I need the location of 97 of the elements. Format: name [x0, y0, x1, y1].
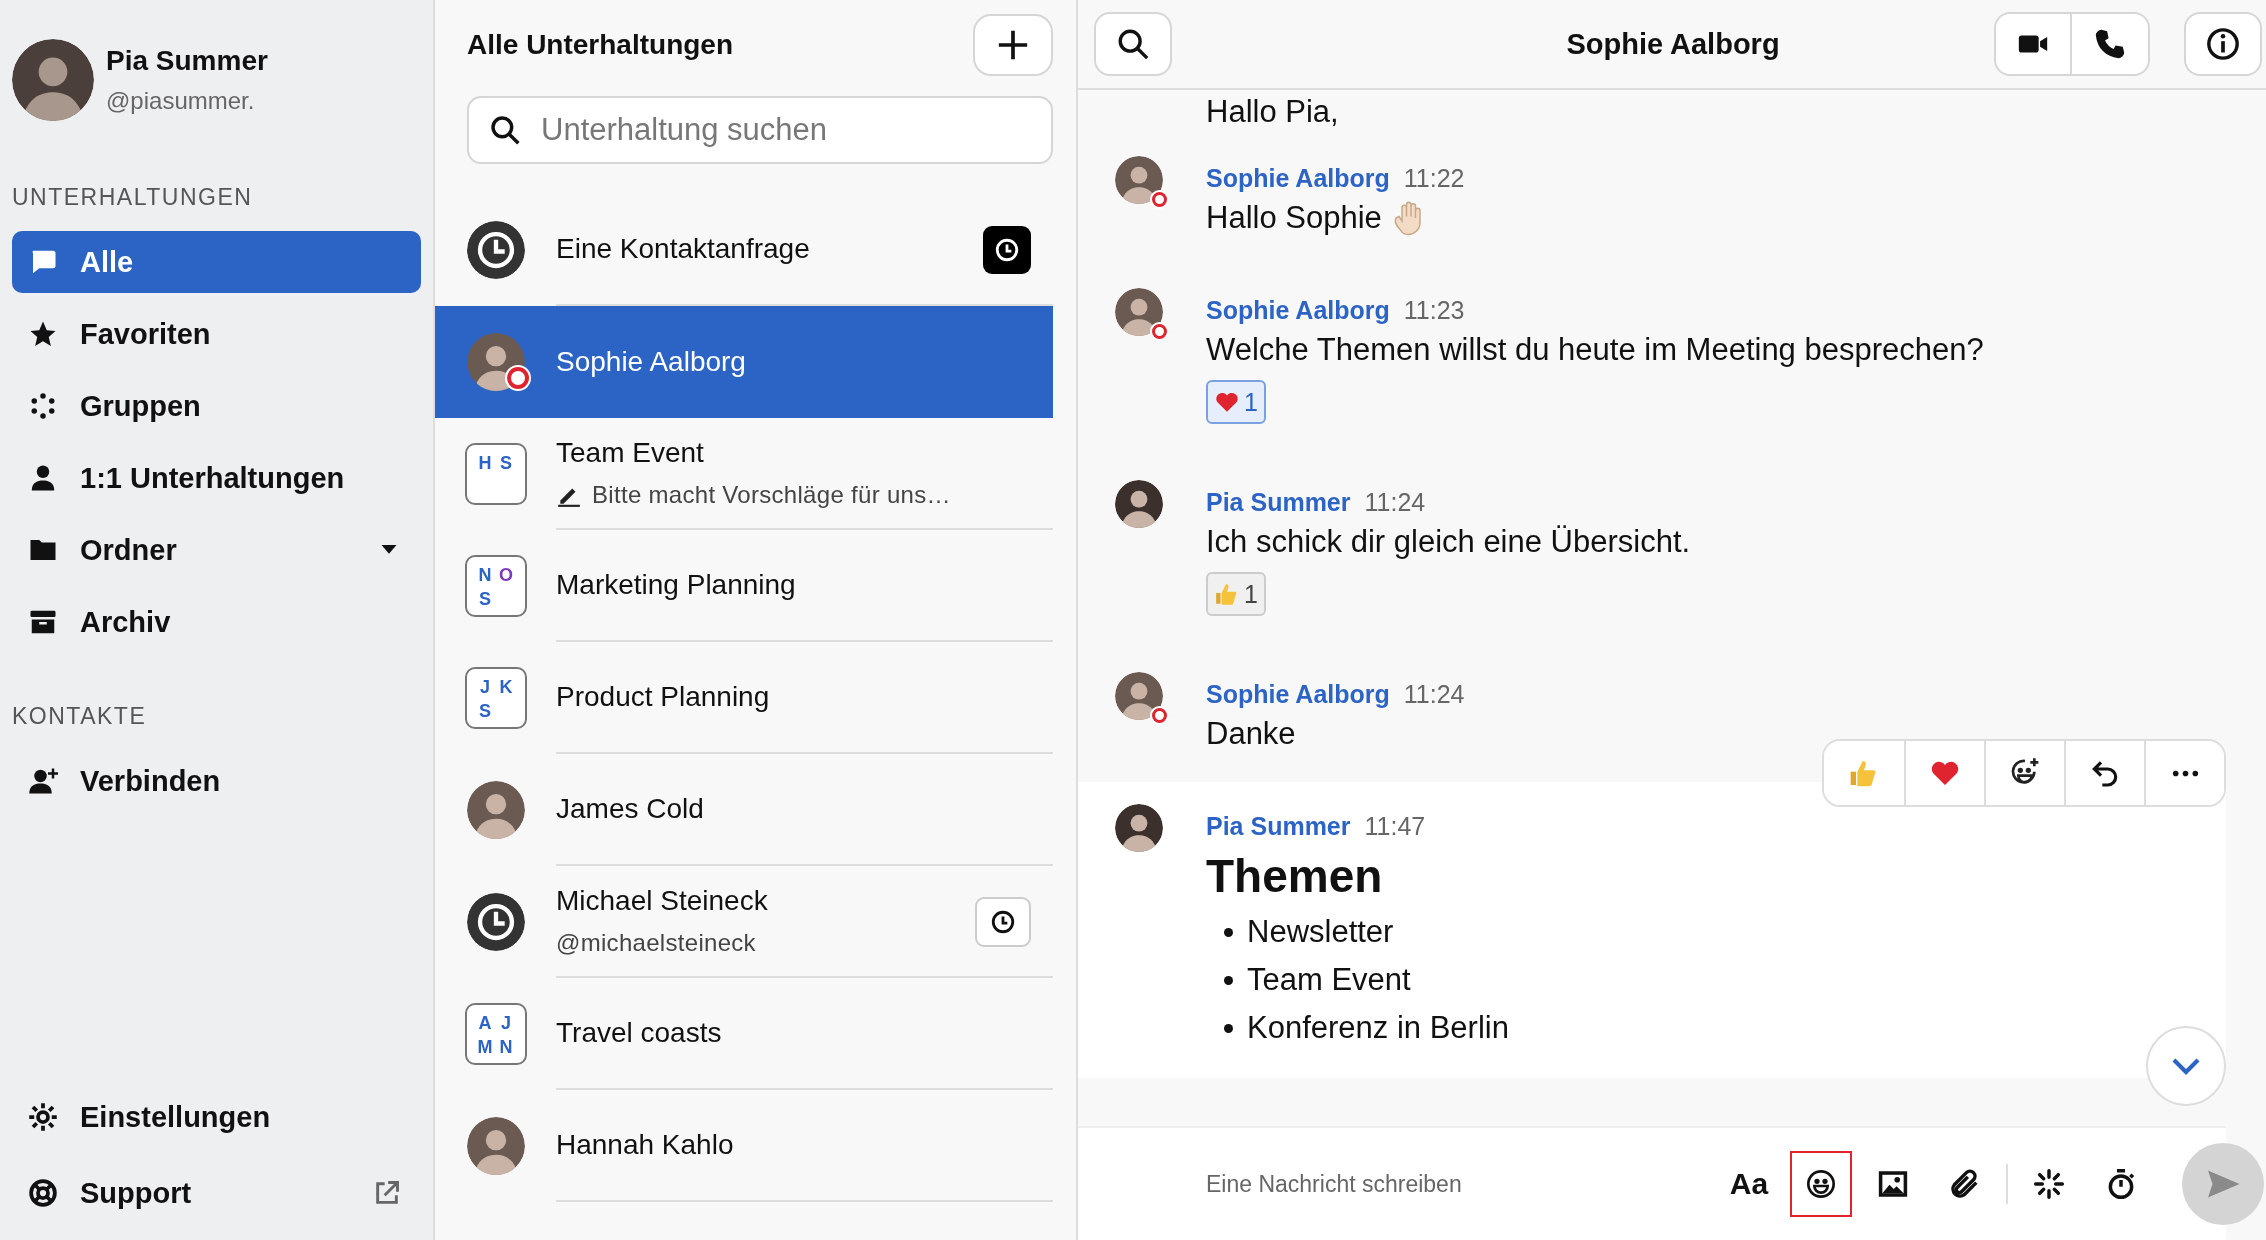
- conversation-subtitle: Bitte macht Vorschläge für uns…: [592, 481, 951, 509]
- avatar[interactable]: [12, 39, 94, 121]
- search-box[interactable]: Unterhaltung suchen: [467, 96, 1053, 164]
- avatar: [466, 781, 525, 839]
- message-text: Hallo Sophie: [1206, 200, 1382, 236]
- conversation-subtitle: @michaelsteineck: [556, 929, 756, 957]
- conversation-name: Hannah Kahlo: [556, 1129, 734, 1161]
- section-heading: UNTERHALTUNGEN: [11, 183, 254, 212]
- message-time: 11:24: [1364, 487, 1426, 517]
- message-time: 11:24: [1403, 679, 1465, 709]
- video-call-button[interactable]: [1994, 12, 2072, 76]
- list-item: Konferenz in Berlin: [1247, 1010, 1509, 1046]
- emoji-button[interactable]: [1790, 1151, 1852, 1217]
- nav-item[interactable]: Einstellungen: [12, 1086, 421, 1148]
- nav-item[interactable]: Support: [12, 1162, 421, 1224]
- external-link-icon: [373, 1179, 401, 1207]
- conversation-item[interactable]: James Cold: [435, 754, 1053, 866]
- nav-item[interactable]: Archiv: [12, 591, 421, 653]
- info-button[interactable]: [2184, 12, 2262, 76]
- message-time: 11:47: [1364, 811, 1426, 841]
- message-time: 11:22: [1403, 163, 1465, 193]
- conversation-name: James Cold: [556, 793, 704, 825]
- conversation-item[interactable]: N O S Marketing Planning: [435, 530, 1053, 642]
- conversation-item[interactable]: Michael Steineck @michaelsteineck: [435, 866, 1053, 978]
- clock-icon: [994, 237, 1020, 263]
- panel-title: Alle Unterhaltungen: [467, 29, 733, 61]
- clock-icon: [990, 909, 1016, 935]
- info-icon: [2206, 27, 2240, 61]
- search-icon: [489, 114, 521, 146]
- avatar: [466, 1117, 525, 1175]
- clock-avatar-icon: [466, 893, 525, 951]
- chat-title: Sophie Aalborg: [1565, 27, 1781, 61]
- avatar: [1115, 156, 1163, 204]
- section-heading: KONTAKTE: [11, 702, 148, 731]
- phone-call-button[interactable]: [2072, 12, 2150, 76]
- reaction-chip[interactable]: 1: [1206, 380, 1266, 424]
- search-button[interactable]: [1094, 12, 1172, 76]
- connect-icon: [28, 766, 58, 796]
- nav-item[interactable]: Favoriten: [12, 303, 421, 365]
- author-name[interactable]: Pia Summer: [1206, 811, 1351, 841]
- nav-item[interactable]: Ordner: [12, 519, 421, 581]
- settings-icon: [28, 1102, 58, 1132]
- conversation-name: Michael Steineck: [556, 885, 768, 917]
- author-name[interactable]: Sophie Aalborg: [1206, 679, 1390, 709]
- message-text: Danke: [1206, 716, 1296, 752]
- user-handle: @piasummer.: [106, 87, 256, 115]
- conversation-name: Travel coasts: [556, 1017, 722, 1049]
- avatar: [1115, 804, 1163, 852]
- nav-item[interactable]: Alle: [12, 231, 421, 293]
- avatar: [1115, 480, 1163, 528]
- nav-item[interactable]: 1:1 Unterhaltungen: [12, 447, 421, 509]
- more-icon: [2171, 769, 2199, 777]
- reaction-chip[interactable]: 1: [1206, 572, 1266, 616]
- conversation-name: Marketing Planning: [556, 569, 796, 601]
- author-name[interactable]: Sophie Aalborg: [1206, 295, 1390, 325]
- format-button[interactable]: Aa: [1718, 1151, 1780, 1217]
- search-icon: [1116, 27, 1150, 61]
- message-time: 11:23: [1403, 295, 1465, 325]
- clock-avatar-icon: [466, 221, 525, 279]
- phone-icon: [2093, 27, 2127, 61]
- caret-icon: [381, 545, 397, 555]
- message-text: Hallo Pia,: [1205, 93, 1340, 131]
- conversation-name: Sophie Aalborg: [556, 346, 746, 378]
- group-avatar: A J M N: [464, 1003, 527, 1065]
- lifebuoy-icon: [28, 1178, 58, 1208]
- author-name[interactable]: Pia Summer: [1206, 487, 1351, 517]
- list-item: Team Event: [1247, 962, 1411, 998]
- user-name: Pia Summer: [106, 45, 268, 77]
- conversation-item[interactable]: Sophie Aalborg: [435, 306, 1053, 418]
- conversation-name: Team Event: [556, 437, 704, 469]
- message-input[interactable]: Eine Nachricht schreiben: [1204, 1169, 1708, 1199]
- conversation-item[interactable]: H S Team Event Bitte macht Vorschläge für uns…: [435, 418, 1053, 530]
- conversation-item[interactable]: J K S Product Planning: [435, 642, 1053, 754]
- author-name[interactable]: Sophie Aalborg: [1206, 163, 1390, 193]
- message-text: Ich schick dir gleich eine Übersicht.: [1206, 524, 1691, 560]
- nav-item[interactable]: Gruppen: [12, 375, 421, 437]
- group-avatar: N O S: [464, 555, 527, 617]
- conversation-item[interactable]: Hannah Kahlo: [435, 1090, 1053, 1202]
- avatar: [1115, 288, 1163, 336]
- message-heading: Themen: [1206, 849, 1384, 904]
- search-input[interactable]: Unterhaltung suchen: [539, 111, 1031, 149]
- group-avatar: H S: [464, 443, 527, 505]
- nav-item[interactable]: Verbinden: [12, 750, 421, 812]
- conversation-name: Product Planning: [556, 681, 770, 713]
- plus-icon: [996, 28, 1030, 62]
- smiley-icon: [1805, 1168, 1837, 1200]
- new-conversation-button[interactable]: [973, 14, 1053, 76]
- group-avatar: J K S: [464, 667, 527, 729]
- message-text: Welche Themen willst du heute im Meeting besprechen?: [1206, 332, 1984, 368]
- bullet-icon: [1224, 975, 1233, 985]
- conversation-name: Eine Kontaktanfrage: [556, 233, 810, 265]
- bullet-icon: [1224, 927, 1233, 937]
- list-item: Newsletter: [1247, 914, 1394, 950]
- sparkle-icon: [2033, 1168, 2065, 1200]
- conversation-item[interactable]: A J M N Travel coasts: [435, 978, 1053, 1090]
- bullet-icon: [1224, 1023, 1233, 1033]
- avatar: [1115, 672, 1163, 720]
